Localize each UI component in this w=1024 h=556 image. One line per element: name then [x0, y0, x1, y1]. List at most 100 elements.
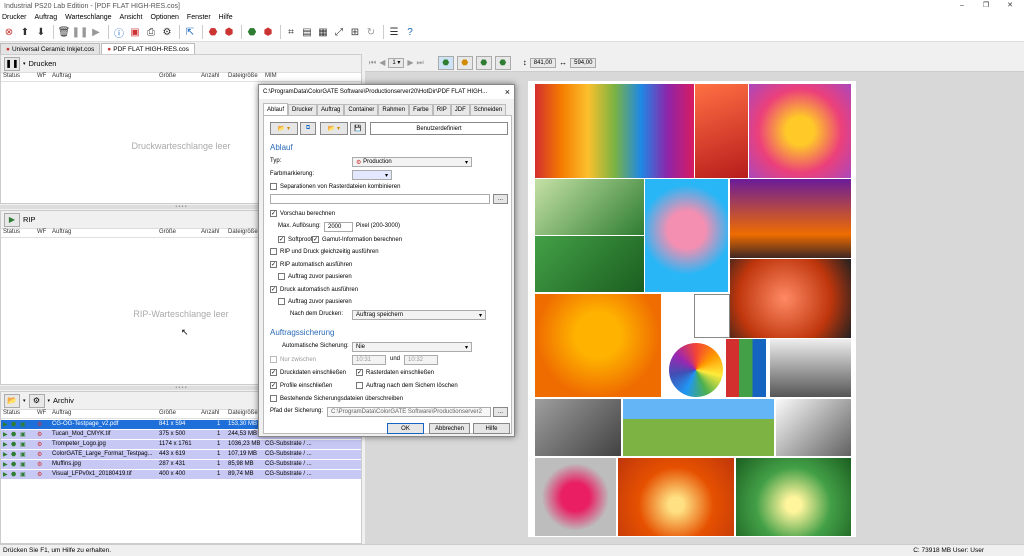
zoom-icon[interactable]: ⊞ [348, 25, 362, 39]
col-status[interactable]: Status [3, 410, 20, 416]
cancel-button[interactable]: Abbrechen [429, 423, 470, 434]
tab-rip[interactable]: RIP [432, 104, 451, 115]
crop-icon[interactable]: ⌗ [284, 25, 298, 39]
close-icon[interactable]: ✕ [998, 0, 1022, 12]
auto-select[interactable]: Nie ▾ [352, 342, 472, 352]
tab-ablauf[interactable]: Ablauf [263, 103, 289, 115]
col-groesse[interactable]: Größe [159, 229, 176, 235]
fit-icon[interactable]: ⤢ [332, 25, 346, 39]
sep-path-field[interactable] [270, 194, 490, 204]
play-button[interactable]: ▶ [4, 212, 20, 227]
dialog-close-icon[interactable]: × [505, 87, 510, 97]
nur-checkbox[interactable] [270, 356, 277, 363]
sep-browse-button[interactable]: ... [493, 194, 508, 204]
export-icon[interactable]: ⇱ [183, 25, 197, 39]
vorschau-checkbox[interactable]: ✓ [270, 210, 277, 217]
pause-icon[interactable]: ❚❚ [72, 25, 89, 39]
table-row[interactable]: ▶ ⬣ ▣ ⚙ Visual_LFPv0x1_20180419.tif 400 x 400… [1, 470, 361, 479]
tab-container[interactable]: Container [344, 104, 379, 115]
pfad-browse-button[interactable]: ... [493, 407, 508, 417]
col-auftrag[interactable]: Auftrag [52, 73, 71, 79]
page-select[interactable]: 1 ▾ [388, 57, 405, 68]
tab-jdf[interactable]: JDF [450, 104, 470, 115]
copy-preset-button[interactable]: ⧉ [300, 122, 316, 135]
chevron-down-icon[interactable]: ▾ [48, 398, 51, 404]
maximize-icon[interactable]: ❐ [974, 0, 998, 12]
gear-icon[interactable]: ⚙ [160, 25, 174, 39]
menu-auftrag[interactable]: Auftrag [35, 14, 58, 21]
help-button[interactable]: Hilfe [473, 423, 510, 434]
first-page-icon[interactable]: ⏮ [369, 58, 376, 68]
print-icon[interactable]: ▣ [128, 25, 142, 39]
red-queue-icon[interactable]: ⬢ [261, 25, 275, 39]
menu-drucker[interactable]: Drucker [2, 14, 27, 21]
gamut-checkbox[interactable]: ✓ [312, 236, 319, 243]
pause2-row[interactable]: Auftrag zuvor pausieren [278, 298, 352, 305]
table-row[interactable]: ▶ ⬣ ▣ ⚙ Trompeter_Logo.jpg 1174 x 1761 1 1036,2… [1, 440, 361, 449]
col-status[interactable]: Status [3, 229, 20, 235]
trash-icon[interactable]: 🗑 [57, 25, 71, 39]
pause-button[interactable]: ❚❚ [4, 56, 20, 71]
pause2-checkbox[interactable] [278, 298, 285, 305]
arrow-up-icon[interactable]: ⬆ [18, 25, 32, 39]
help-icon[interactable]: ? [403, 25, 417, 39]
menu-hilfe[interactable]: Hilfe [219, 14, 233, 21]
menu-ansicht[interactable]: Ansicht [120, 14, 143, 21]
printer-settings-icon[interactable]: ⎙ [144, 25, 158, 39]
stop-icon[interactable]: ⊗ [2, 25, 16, 39]
col-auftrag[interactable]: Auftrag [52, 410, 71, 416]
ink-icon[interactable]: ⬣ [206, 25, 220, 39]
tab-drucker[interactable]: Drucker [288, 104, 318, 115]
tab-pdf-flat[interactable]: ● PDF FLAT HIGH-RES.cos [101, 43, 195, 54]
table-row[interactable]: ▶ ⬣ ▣ ⚙ Muffins.jpg 287 x 431 1 85,98 MB CG-Subs… [1, 460, 361, 469]
farb-select[interactable]: ▾ [352, 170, 392, 180]
loeschen-checkbox[interactable] [356, 382, 363, 389]
col-anzahl[interactable]: Anzahl [201, 73, 219, 79]
menu-fenster[interactable]: Fenster [187, 14, 211, 21]
last-page-icon[interactable]: ⏭ [417, 58, 424, 68]
vorschau-row[interactable]: ✓ Vorschau berechnen [270, 210, 335, 217]
druckdaten-row[interactable]: ✓ Druckdaten einschließen [270, 369, 346, 376]
col-dateigroesse[interactable]: Dateigröße [228, 229, 258, 235]
col-anzahl[interactable]: Anzahl [201, 229, 219, 235]
ripdruck-checkbox[interactable] [270, 248, 277, 255]
minimize-icon[interactable]: – [950, 0, 974, 12]
tab-auftrag[interactable]: Auftrag [317, 104, 345, 115]
open-preset-button[interactable]: 📂 ▾ [270, 122, 298, 135]
druckauto-checkbox[interactable]: ✓ [270, 286, 277, 293]
softproof-checkbox[interactable]: ✓ [278, 236, 285, 243]
max-input[interactable]: 2000 [324, 222, 353, 232]
load-preset-button[interactable]: 📂 ▾ [320, 122, 348, 135]
col-groesse[interactable]: Größe [159, 73, 176, 79]
layout-icon[interactable]: ▤ [300, 25, 314, 39]
col-wf[interactable]: WF [37, 229, 46, 235]
pause1-checkbox[interactable] [278, 273, 285, 280]
height-field[interactable]: 841,00 [529, 57, 557, 68]
folder-button[interactable]: 📂 [4, 393, 20, 408]
sep-row[interactable]: Separationen von Rasterdateien kombinier… [270, 183, 400, 190]
druckauto-row[interactable]: ✓ Druck automatisch ausführen [270, 286, 358, 293]
pause1-row[interactable]: Auftrag zuvor pausieren [278, 273, 352, 280]
col-wf[interactable]: WF [37, 410, 46, 416]
time-to[interactable]: 10:32 [404, 355, 438, 365]
play-icon[interactable]: ▶ [89, 25, 103, 39]
arrow-down-icon[interactable]: ⬇ [34, 25, 48, 39]
softproof-row[interactable]: ✓ Softproof [278, 236, 312, 243]
refresh-icon[interactable]: ↻ [364, 25, 378, 39]
typ-select[interactable]: ⚙ Production ▾ [352, 157, 472, 167]
sep-checkbox[interactable] [270, 183, 277, 190]
prev-page-icon[interactable]: ◀ [379, 58, 385, 67]
menu-warteschlange[interactable]: Warteschlange [65, 14, 111, 21]
grid-icon[interactable]: ▦ [316, 25, 330, 39]
gamut-row[interactable]: ✓ Gamut-Information berechnen [312, 236, 402, 243]
ripauto-row[interactable]: ✓ RIP automatisch ausführen [270, 261, 352, 268]
nur-row[interactable]: Nur zwischen [270, 356, 316, 363]
ripauto-checkbox[interactable]: ✓ [270, 261, 277, 268]
ueber-row[interactable]: Bestehende Sicherungsdateien überschreib… [270, 395, 403, 402]
tab-rahmen[interactable]: Rahmen [378, 104, 410, 115]
chevron-down-icon[interactable]: ▾ [23, 61, 26, 67]
time-from[interactable]: 10:31 [352, 355, 386, 365]
raster-row[interactable]: ✓ Rasterdaten einschließen [356, 369, 434, 376]
save-preset-icon[interactable]: 💾 [350, 122, 366, 135]
col-mim[interactable]: MIM [265, 73, 277, 79]
